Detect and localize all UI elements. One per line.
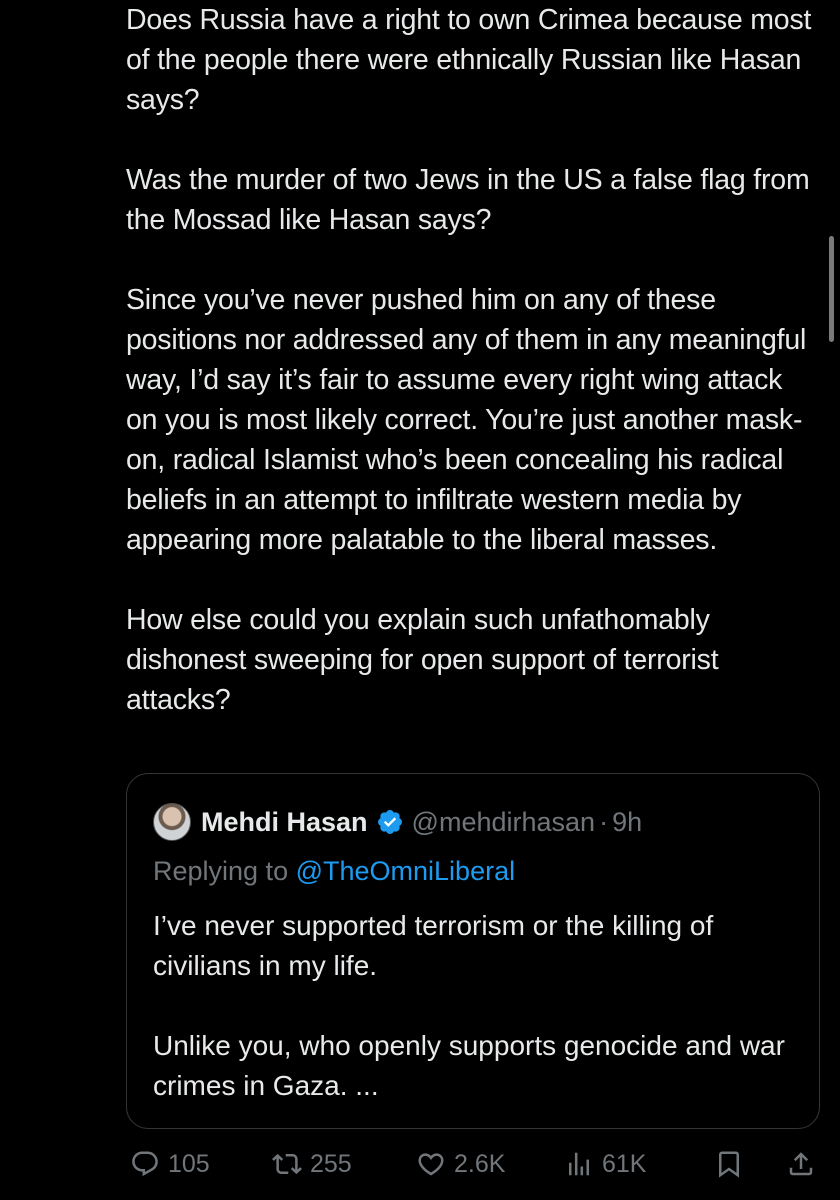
share-button[interactable] <box>786 1142 816 1186</box>
tweet-paragraph: Since you’ve never pushed him on any of … <box>126 284 807 556</box>
scrollbar-thumb[interactable] <box>829 236 834 342</box>
quoted-tweet-card[interactable]: Mehdi Hasan @mehdirhasan · 9h Replying t… <box>126 773 820 1129</box>
repost-button[interactable]: 255 <box>272 1142 352 1186</box>
reply-icon <box>132 1151 158 1177</box>
quoted-tweet-header: Mehdi Hasan @mehdirhasan · 9h <box>153 802 642 842</box>
tweet-paragraph: Does Russia have a right to own Crimea b… <box>126 4 812 116</box>
quoted-tweet-text: I’ve never supported terrorism or the ki… <box>153 906 803 1146</box>
quoted-author-handle[interactable]: @mehdirhasan <box>412 807 596 838</box>
tweet-paragraph: Was the murder of two Jews in the US a f… <box>126 164 810 236</box>
like-icon <box>418 1153 444 1176</box>
like-count: 2.6K <box>454 1149 506 1178</box>
reply-count: 105 <box>168 1149 210 1178</box>
quoted-author-name[interactable]: Mehdi Hasan <box>201 807 368 838</box>
verified-badge-icon <box>377 810 402 834</box>
replying-prefix: Replying to <box>153 856 296 886</box>
replying-to: Replying to @TheOmniLiberal <box>153 852 515 890</box>
like-button[interactable]: 2.6K <box>416 1142 505 1186</box>
bookmark-button[interactable] <box>714 1142 744 1186</box>
bookmark-icon <box>719 1151 739 1178</box>
quoted-tweet-time[interactable]: 9h <box>612 807 642 838</box>
view-count: 61K <box>602 1149 647 1178</box>
replying-to-mention[interactable]: @TheOmniLiberal <box>296 856 516 886</box>
views-icon <box>569 1152 589 1176</box>
tweet-paragraph: How else could you explain such unfathom… <box>126 604 719 716</box>
quoted-paragraph: Unlike you, who openly supports genocide… <box>153 1030 785 1101</box>
quoted-paragraph: I’ve never supported terrorism or the ki… <box>153 910 714 981</box>
reply-button[interactable]: 105 <box>130 1142 210 1186</box>
separator-dot: · <box>599 806 609 837</box>
tweet-body: Does Russia have a right to own Crimea b… <box>126 0 816 760</box>
views-button[interactable]: 61K <box>564 1142 646 1186</box>
repost-icon <box>272 1153 302 1175</box>
repost-count: 255 <box>310 1149 352 1178</box>
share-icon <box>789 1152 813 1176</box>
avatar[interactable] <box>153 803 191 841</box>
action-bar: 105 255 2.6K 61K <box>126 1142 826 1186</box>
